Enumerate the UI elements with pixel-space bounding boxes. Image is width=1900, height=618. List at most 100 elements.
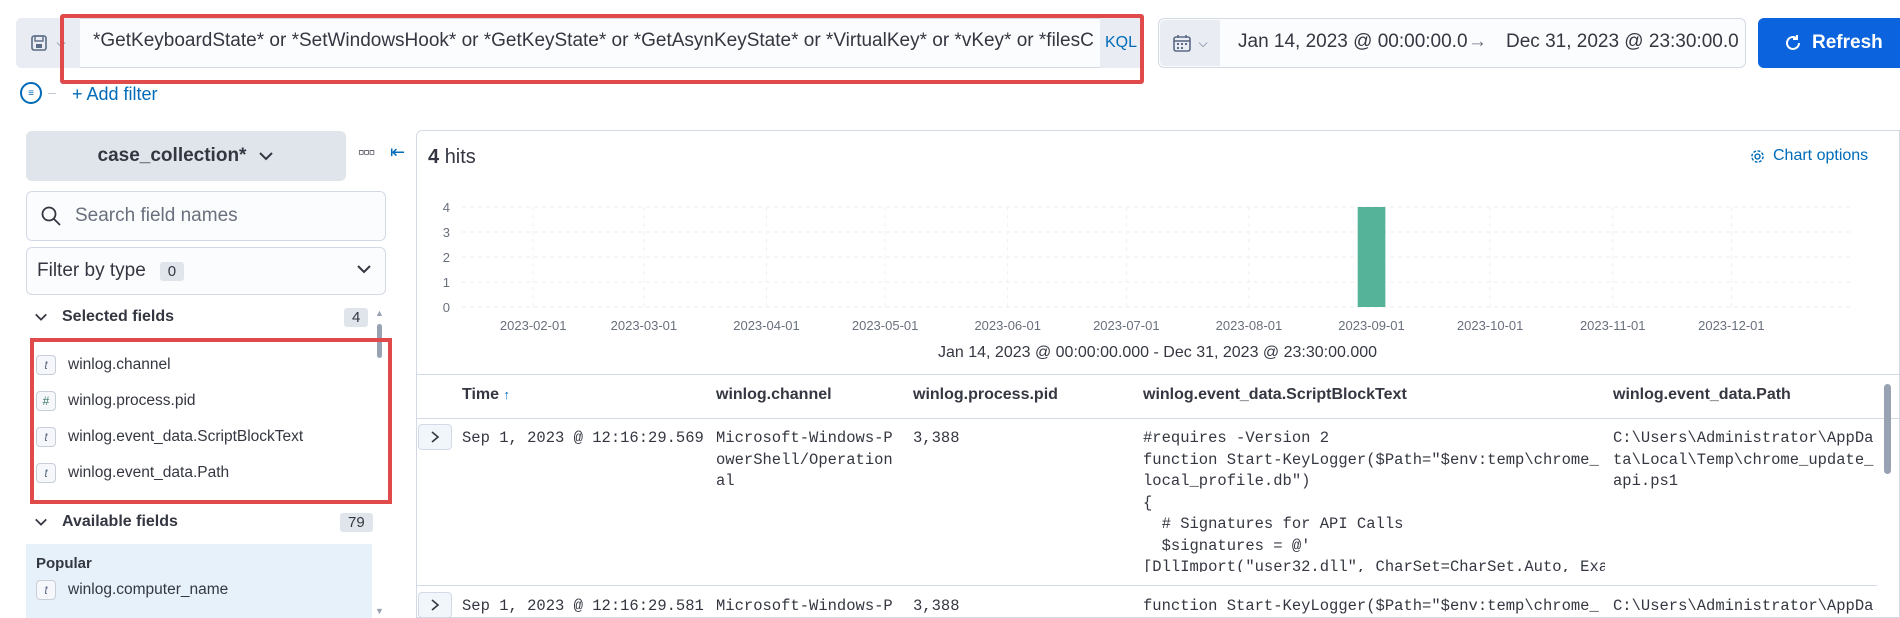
y-tick-label: 0 [443, 300, 450, 315]
end-date-button[interactable]: Dec 31, 2023 @ 23:30:00.0 [1506, 31, 1739, 53]
save-icon [31, 35, 48, 51]
cell-channel: Microsoft-Windows-P [716, 597, 893, 615]
cell-pid: 3,388 [913, 429, 960, 447]
column-header-pid[interactable]: winlog.process.pid [913, 386, 1058, 404]
arrow-right-icon: → [1468, 31, 1487, 52]
y-tick-label: 4 [443, 200, 450, 215]
cell-time: Sep 1, 2023 @ 12:16:29.581 [462, 597, 704, 615]
chart-options-label: Chart options [1773, 147, 1869, 164]
cell-pid: 3,388 [913, 597, 960, 615]
x-tick-label: 2023-07-01 [1093, 318, 1160, 333]
cell-path: C:\Users\Administrator\AppDa ta\Local\Te… [1613, 429, 1874, 490]
chevron-down-icon [259, 152, 274, 161]
search-field-names-input[interactable] [75, 205, 365, 227]
y-tick-label: 2 [443, 250, 450, 265]
x-tick-label: 2023-10-01 [1457, 318, 1524, 333]
x-tick-label: 2023-09-01 [1338, 318, 1405, 333]
histogram-chart: 0 1 2 3 4 2023-02-01 2023-03-01 2023-04-01 2023-… [443, 200, 1850, 333]
chevron-down-icon [35, 313, 47, 321]
column-header-channel[interactable]: winlog.channel [716, 386, 832, 404]
selected-fields-toggle[interactable]: Selected fields [34, 308, 174, 326]
field-name: winlog.computer_name [68, 581, 229, 598]
field-search [26, 191, 386, 241]
expand-row-button[interactable] [418, 424, 452, 450]
filter-by-type-button[interactable]: Filter by type 0 [26, 247, 386, 295]
string-type-icon: t [36, 427, 56, 447]
sidebar-scrollbar[interactable] [377, 324, 382, 358]
hits-count: 4 [428, 146, 440, 168]
x-tick-label: 2023-02-01 [500, 318, 567, 333]
column-header-time[interactable]: Time ↑ [462, 386, 510, 404]
string-type-icon: t [36, 355, 56, 375]
saved-query-button[interactable]: ⌵ [16, 18, 80, 68]
field-item[interactable]: t winlog.event_data.Path [36, 463, 229, 483]
cell-scriptblock: function Start-KeyLogger($Path="$env:tem… [1143, 597, 1599, 615]
filter-by-type-label: Filter by type [37, 260, 146, 281]
cell-time: Sep 1, 2023 @ 12:16:29.569 [462, 429, 704, 447]
cell-scriptblock: #requires -Version 2 function Start-KeyL… [1143, 429, 1605, 572]
divider [417, 585, 1877, 586]
field-name: winlog.event_data.Path [68, 464, 230, 481]
refresh-icon [1786, 35, 1800, 50]
more-options-icon[interactable]: ▫▫▫ [358, 142, 375, 163]
chart-options-button[interactable]: Chart options [1750, 147, 1868, 165]
query-input[interactable]: *GetKeyboardState* or *SetWindowsHook* o… [93, 30, 1095, 56]
scroll-down-icon[interactable]: ▼ [375, 606, 384, 616]
quick-menu-button[interactable]: ⌵ [1160, 20, 1220, 66]
field-item[interactable]: t winlog.event_data.ScriptBlockText [36, 427, 303, 447]
available-fields-label: Available fields [62, 513, 178, 530]
query-language-button[interactable]: KQL [1100, 18, 1142, 68]
filter-count-badge: 0 [159, 261, 185, 281]
field-item[interactable]: t winlog.channel [36, 355, 171, 375]
refresh-button[interactable]: Refresh [1758, 18, 1900, 68]
column-header-scriptblock[interactable]: winlog.event_data.ScriptBlockText [1143, 386, 1407, 404]
cell-channel: Microsoft-Windows-P owerShell/Operation … [716, 429, 893, 490]
cell-path: C:\Users\Administrator\AppDa [1613, 597, 1874, 615]
chevron-down-icon: ⌵ [1198, 35, 1208, 50]
hits-label: hits [444, 146, 476, 168]
index-pattern-selector[interactable]: case_collection* [26, 131, 346, 181]
popular-label: Popular [36, 555, 92, 572]
field-item[interactable]: t winlog.computer_name [36, 580, 228, 600]
available-fields-count: 79 [340, 513, 373, 532]
hits-counter: 4 hits [428, 146, 476, 169]
field-item[interactable]: # winlog.process.pid [36, 391, 196, 411]
table-scrollbar[interactable] [1884, 384, 1891, 474]
number-type-icon: # [36, 391, 56, 411]
refresh-label: Refresh [1812, 32, 1883, 53]
divider [48, 93, 56, 94]
search-icon [41, 206, 61, 226]
chevron-right-icon [431, 599, 440, 611]
x-tick-label: 2023-11-01 [1580, 318, 1646, 333]
divider [417, 374, 1900, 375]
collapse-sidebar-icon[interactable]: ⇤ [390, 142, 405, 163]
x-tick-label: 2023-04-01 [733, 318, 800, 333]
histogram-bar [1357, 207, 1386, 307]
x-tick-label: 2023-06-01 [974, 318, 1041, 333]
y-tick-label: 1 [443, 275, 450, 290]
chevron-down-icon [35, 518, 47, 526]
start-date-button[interactable]: Jan 14, 2023 @ 00:00:00.0 [1238, 31, 1468, 53]
x-tick-label: 2023-03-01 [611, 318, 678, 333]
expand-row-button[interactable] [418, 592, 452, 618]
available-fields-toggle[interactable]: Available fields [34, 513, 178, 531]
add-filter-button[interactable]: + Add filter [72, 84, 158, 105]
string-type-icon: t [36, 580, 56, 600]
field-name: winlog.channel [68, 356, 171, 373]
field-name: winlog.process.pid [68, 392, 196, 409]
y-tick-label: 3 [443, 225, 450, 240]
selected-fields-label: Selected fields [62, 308, 175, 325]
x-tick-label: 2023-08-01 [1216, 318, 1283, 333]
index-pattern-label: case_collection* [97, 145, 247, 166]
chevron-down-icon: ⌵ [56, 35, 66, 50]
chart-time-range: Jan 14, 2023 @ 00:00:00.000 - Dec 31, 20… [938, 344, 1378, 361]
scroll-up-icon[interactable]: ▲ [375, 308, 384, 318]
selected-fields-count: 4 [344, 308, 369, 327]
column-header-path[interactable]: winlog.event_data.Path [1613, 386, 1791, 404]
x-tick-label: 2023-05-01 [852, 318, 919, 333]
x-tick-label: 2023-12-01 [1698, 318, 1765, 333]
filter-menu-icon[interactable]: ≡ [20, 82, 42, 104]
chevron-down-icon [357, 265, 371, 274]
sort-ascending-icon[interactable]: ↑ [504, 387, 511, 402]
calendar-icon [1173, 35, 1192, 52]
